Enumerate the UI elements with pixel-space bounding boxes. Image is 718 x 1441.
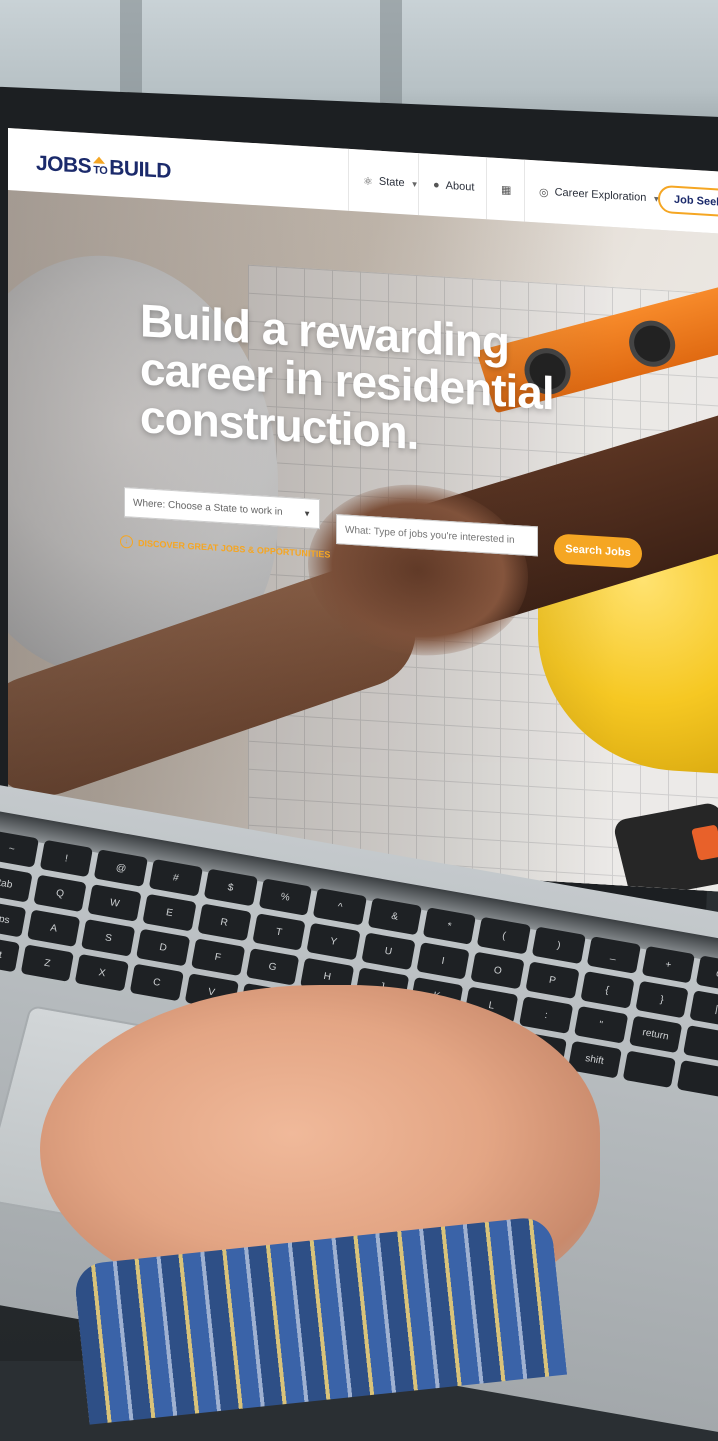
keyboard-key[interactable]: caps [0, 899, 27, 938]
keyboard-key[interactable]: Q [33, 874, 88, 913]
globe-icon: ⚛ [363, 175, 373, 188]
search-jobs-button[interactable]: Search Jobs [554, 533, 642, 569]
keyboard-key[interactable]: S [81, 919, 136, 957]
logo-text-to: TO [93, 164, 108, 178]
keyboard-key[interactable]: C [129, 963, 184, 1002]
keyboard-key[interactable]: D [136, 928, 191, 967]
site-logo[interactable]: JOBS TO BUILD [36, 152, 171, 184]
nav-about-link[interactable]: ● About [418, 153, 489, 220]
keyboard-key[interactable]: W [87, 884, 142, 922]
keyboard-key[interactable]: shift [0, 934, 20, 973]
nav-career-label: Career Exploration [554, 186, 647, 205]
logo-text-build: BUILD [109, 156, 171, 183]
keyboard-key[interactable]: E [142, 893, 197, 932]
keyboard-key[interactable]: R [197, 903, 252, 942]
calendar-icon: ▦ [501, 183, 512, 197]
hero-headline: Build a rewarding career in residential … [140, 294, 554, 460]
hero-section: Build a rewarding career in residential … [8, 190, 718, 895]
nav-about-label: About [445, 179, 475, 194]
logo-text-jobs: JOBS [36, 151, 92, 179]
compass-icon: ◎ [539, 185, 549, 199]
keyboard-key[interactable]: del [695, 955, 718, 994]
laptop-screen: JOBS TO BUILD ⚛ State ▼ ● About ▦ ◎ Care… [8, 128, 718, 895]
nav-state-label: State [378, 175, 405, 190]
keyboard-key[interactable] [622, 1050, 677, 1089]
keyboard-key[interactable]: { [580, 971, 635, 1009]
nav-calendar-button[interactable]: ▦ [486, 157, 526, 222]
nav-career-dropdown[interactable]: ◎ Career Exploration ▼ [524, 159, 675, 231]
keyboard-key[interactable]: U [361, 932, 416, 971]
keyboard-key[interactable] [683, 1025, 718, 1063]
keyboard-key[interactable]: A [26, 909, 81, 948]
keyboard-key[interactable]: G [245, 947, 300, 986]
keyboard-key[interactable]: Y [306, 922, 361, 961]
chevron-down-icon: ▼ [303, 508, 311, 519]
keyboard-key[interactable]: T [251, 913, 306, 951]
keyboard-key[interactable]: tab [0, 864, 33, 903]
user-icon: ● [433, 178, 440, 192]
keyboard-key[interactable]: " [573, 1005, 628, 1044]
keyboard-key[interactable]: return [628, 1015, 683, 1054]
where-placeholder: Where: Choose a State to work in [133, 497, 283, 518]
keyboard-key[interactable]: I [416, 942, 471, 980]
keyboard-key[interactable] [676, 1060, 718, 1098]
keyboard-key[interactable]: P [525, 961, 580, 1000]
keyboard-key[interactable]: | [689, 990, 718, 1028]
keyboard-key[interactable]: O [470, 951, 525, 990]
keyboard-key[interactable]: X [75, 953, 130, 992]
arrow-down-circle-icon: ↓ [120, 534, 133, 549]
keyboard-key[interactable]: F [190, 938, 245, 977]
keyboard-key[interactable]: Z [20, 944, 75, 982]
keyboard-key[interactable]: } [634, 980, 689, 1019]
